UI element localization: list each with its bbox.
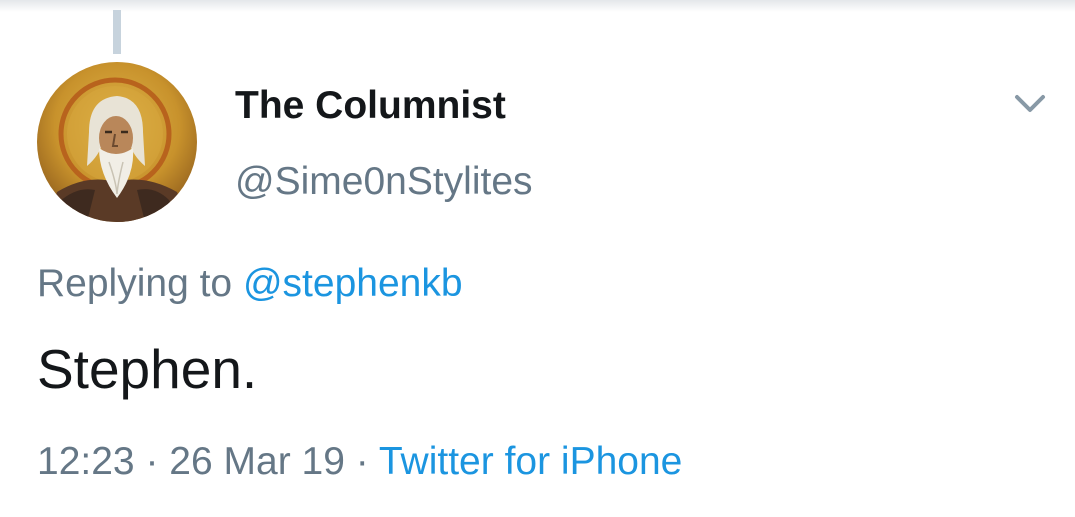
replying-to-label: Replying to: [37, 262, 233, 305]
replying-to: Replying to @stephenkb: [37, 262, 463, 306]
replying-to-user-link[interactable]: @stephenkb: [243, 262, 463, 305]
tweet-date[interactable]: 26 Mar 19: [169, 440, 345, 483]
avatar[interactable]: [37, 62, 197, 222]
author-display-name[interactable]: The Columnist: [235, 84, 506, 128]
tweet-menu-button[interactable]: [1010, 88, 1050, 120]
tweet-time[interactable]: 12:23: [37, 440, 135, 483]
meta-separator: ·: [355, 440, 369, 483]
tweet-detail: The Columnist @Sime0nStylites Replying t…: [0, 0, 1075, 517]
chevron-down-icon: [1015, 95, 1045, 112]
portrait-icon: [37, 62, 197, 222]
header-shadow: [0, 0, 1075, 12]
tweet-metadata: 12:23 · 26 Mar 19 · Twitter for iPhone: [37, 440, 682, 484]
tweet-source-link[interactable]: Twitter for iPhone: [379, 440, 682, 483]
thread-connector-line: [113, 10, 121, 54]
tweet-text: Stephen.: [37, 338, 258, 400]
author-handle[interactable]: @Sime0nStylites: [235, 160, 533, 204]
meta-separator: ·: [145, 440, 159, 483]
